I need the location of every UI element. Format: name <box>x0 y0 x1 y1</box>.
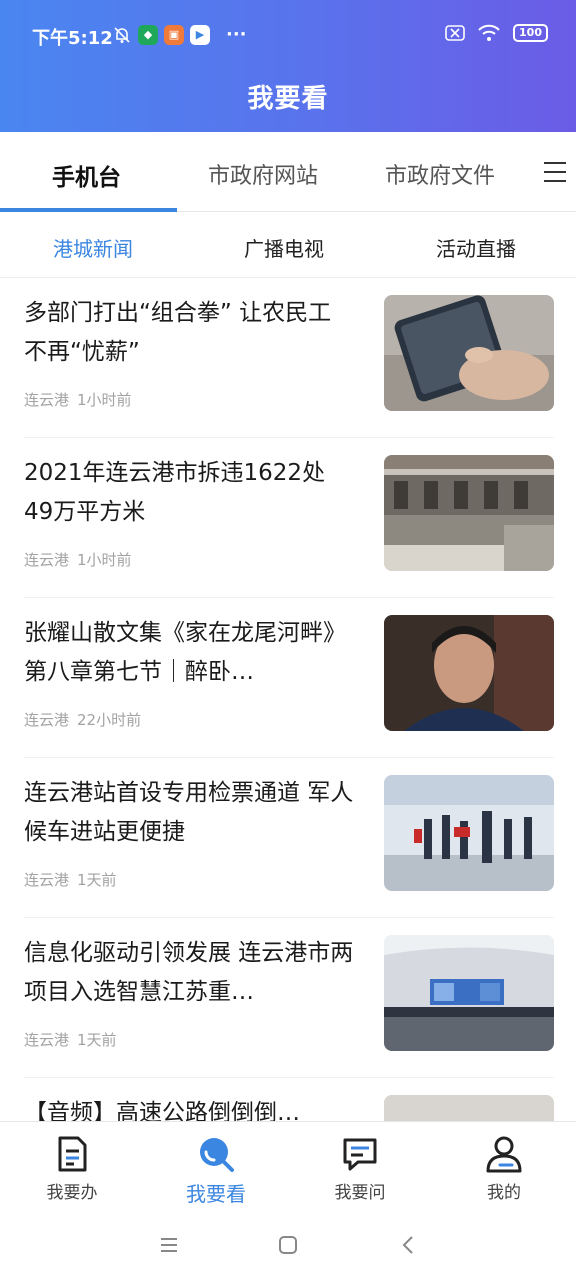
status-notification-icons: ◆ ▣ ▶ ··· <box>112 24 247 45</box>
bell-mute-icon <box>114 26 130 43</box>
bottom-navigation: 我要办 我要看 我要问 我的 <box>0 1121 576 1211</box>
tab-city-gov-website[interactable]: 市政府网站 <box>208 158 318 190</box>
sub-tabs: 港城新闻 广播电视 活动直播 <box>0 212 576 278</box>
news-meta: 连云港 1小时前 <box>24 549 132 570</box>
news-source: 连云港 <box>24 1031 70 1049</box>
news-title[interactable]: 信息化驱动引领发展 连云港市两项目入选智慧江苏重… <box>24 934 354 1012</box>
news-source: 连云港 <box>24 551 70 569</box>
status-system-icons: 100 <box>445 24 548 42</box>
control-room-photo <box>384 935 554 1051</box>
shield-app-icon: ◆ <box>138 24 158 45</box>
news-meta: 连云港 1天前 <box>24 869 117 890</box>
nav-label: 我要办 <box>46 1183 98 1203</box>
news-item[interactable]: 信息化驱动引领发展 连云港市两项目入选智慧江苏重… 连云港 1天前 <box>24 918 554 1078</box>
status-bar: 下午5:12 ◆ ▣ ▶ ··· 100 <box>0 18 576 54</box>
news-source: 连云港 <box>24 711 70 729</box>
nav-label: 我的 <box>487 1183 521 1203</box>
nav-watch[interactable]: 我要看 <box>166 1134 266 1207</box>
news-title[interactable]: 2021年连云港市拆违1622处49万平方米 <box>24 454 354 532</box>
news-thumbnail[interactable] <box>384 775 554 891</box>
home-icon[interactable] <box>276 1233 300 1257</box>
news-meta: 连云港 1天前 <box>24 1029 117 1050</box>
news-thumbnail[interactable] <box>384 615 554 731</box>
subtab-radio-tv[interactable]: 广播电视 <box>244 233 324 262</box>
subtab-port-city-news[interactable]: 港城新闻 <box>53 233 133 262</box>
news-meta: 连云港 1小时前 <box>24 389 132 410</box>
user-icon <box>486 1136 522 1173</box>
tab-city-gov-documents[interactable]: 市政府文件 <box>385 158 495 190</box>
shop-app-icon: ▣ <box>164 24 184 45</box>
news-thumbnail[interactable] <box>384 935 554 1051</box>
news-time: 1小时前 <box>77 391 132 409</box>
news-title[interactable]: 连云港站首设专用检票通道 军人候车进站更便捷 <box>24 774 354 852</box>
nav-label: 我要看 <box>186 1182 246 1206</box>
more-notifications-icon: ··· <box>226 24 247 45</box>
watch-search-icon <box>200 1138 234 1172</box>
main-tabs: 手机台 市政府网站 市政府文件 <box>0 132 576 212</box>
news-item[interactable]: 多部门打出“组合拳” 让农民工不再“忧薪” 连云港 1小时前 <box>24 278 554 438</box>
news-thumbnail[interactable] <box>384 455 554 571</box>
news-meta: 连云港 22小时前 <box>24 709 141 730</box>
news-item[interactable]: 张耀山散文集《家在龙尾河畔》第八章第七节｜醉卧… 连云港 22小时前 <box>24 598 554 758</box>
news-source: 连云港 <box>24 391 70 409</box>
man-portrait-photo <box>384 615 554 731</box>
news-item[interactable]: 2021年连云港市拆违1622处49万平方米 连云港 1小时前 <box>24 438 554 598</box>
news-time: 1小时前 <box>77 551 132 569</box>
play-store-icon: ▶ <box>190 24 210 45</box>
news-time: 1天前 <box>77 871 117 889</box>
recent-apps-icon[interactable] <box>157 1233 181 1257</box>
page-title: 我要看 <box>247 84 329 114</box>
news-title[interactable]: 多部门打出“组合拳” 让农民工不再“忧薪” <box>24 294 354 372</box>
news-time: 22小时前 <box>77 711 142 729</box>
news-title[interactable]: 张耀山散文集《家在龙尾河畔》第八章第七节｜醉卧… <box>24 614 354 692</box>
hand-phone-photo <box>384 295 554 411</box>
chat-icon <box>343 1138 377 1171</box>
subtab-live-events[interactable]: 活动直播 <box>436 233 516 262</box>
status-time: 下午5:12 <box>32 28 113 49</box>
app-header: 下午5:12 ◆ ▣ ▶ ··· 100 我要看 <box>0 0 576 132</box>
news-time: 1天前 <box>77 1031 117 1049</box>
news-item[interactable]: 连云港站首设专用检票通道 军人候车进站更便捷 连云港 1天前 <box>24 758 554 918</box>
demolition-building-photo <box>384 455 554 571</box>
system-navigation-bar <box>0 1211 576 1280</box>
station-hall-photo <box>384 775 554 891</box>
nav-label: 我要问 <box>334 1183 386 1203</box>
news-thumbnail[interactable] <box>384 295 554 411</box>
battery-indicator: 100 <box>513 24 548 42</box>
sim-icon <box>445 25 465 41</box>
document-icon <box>58 1136 87 1172</box>
menu-icon[interactable] <box>544 162 566 182</box>
news-source: 连云港 <box>24 871 70 889</box>
wifi-icon <box>478 24 500 41</box>
nav-ask[interactable]: 我要问 <box>310 1134 410 1203</box>
back-icon[interactable] <box>397 1233 421 1257</box>
tab-phone-tv[interactable]: 手机台 <box>52 158 121 192</box>
nav-handle-services[interactable]: 我要办 <box>22 1134 122 1203</box>
nav-profile[interactable]: 我的 <box>454 1134 554 1203</box>
